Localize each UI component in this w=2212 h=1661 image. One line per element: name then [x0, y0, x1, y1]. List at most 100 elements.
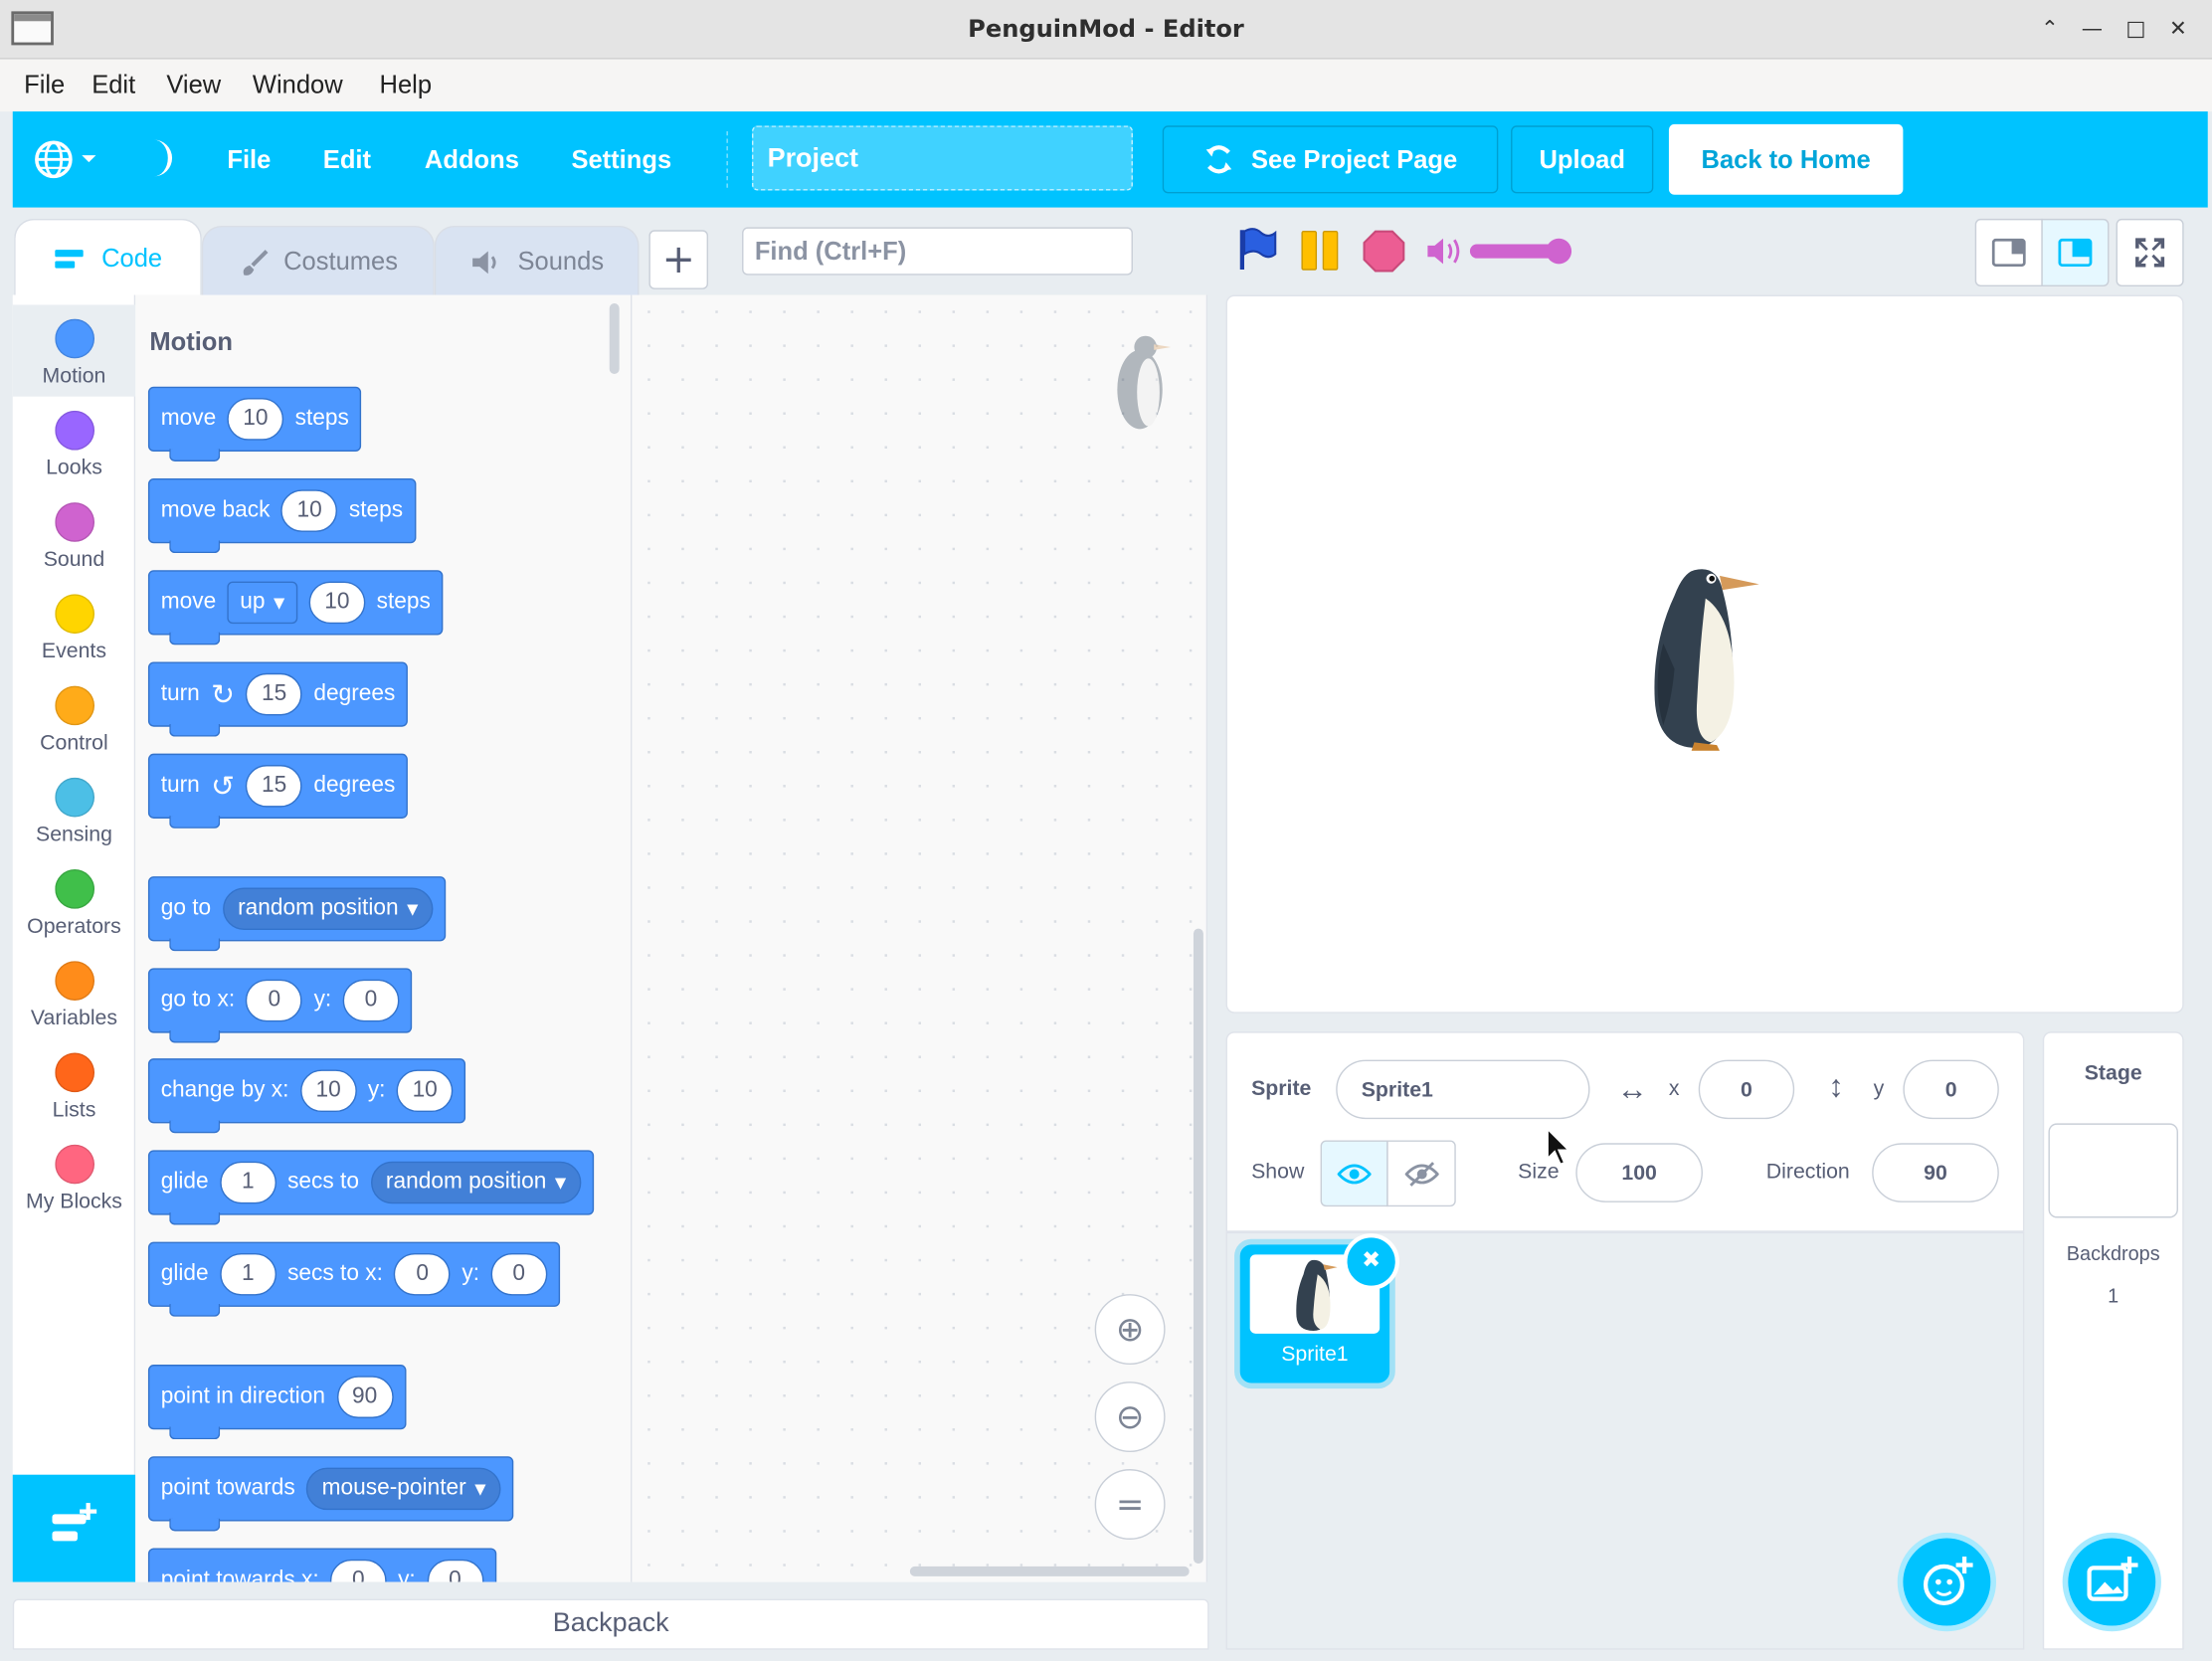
workspace-vertical-scrollbar[interactable] [1193, 928, 1203, 1565]
block-turn-left[interactable]: turn ↺ 15 degrees [147, 753, 409, 829]
block-number-input[interactable]: 10 [227, 398, 284, 441]
block-dropdown[interactable]: up ▾ [227, 581, 298, 625]
project-title-input[interactable]: Project [751, 125, 1133, 191]
block-number-input[interactable]: 0 [342, 979, 400, 1022]
block-number-input[interactable]: 1 [219, 1161, 276, 1204]
direction-input[interactable]: 90 [1872, 1143, 1999, 1202]
block-move-back-steps[interactable]: move back 10 steps [147, 477, 416, 554]
y-position-input[interactable]: 0 [1903, 1059, 1999, 1120]
volume-slider-thumb[interactable] [1546, 238, 1572, 265]
size-input[interactable]: 100 [1575, 1143, 1703, 1202]
tab-costumes[interactable]: Costumes [201, 226, 435, 296]
category-label: Variables [30, 1006, 118, 1030]
theme-toggle[interactable] [142, 137, 176, 185]
pause-icon[interactable] [1299, 229, 1342, 272]
menu-window[interactable]: Window [253, 71, 343, 100]
small-stage-button[interactable] [1974, 218, 2043, 287]
close-icon[interactable]: ✕ [2162, 13, 2193, 44]
backdrop-thumbnail[interactable] [2048, 1123, 2178, 1218]
volume-icon[interactable] [1425, 235, 1465, 269]
header-edit-menu[interactable]: Edit [323, 145, 371, 175]
category-looks[interactable]: Looks [13, 397, 135, 488]
block-number-input[interactable]: 10 [396, 1069, 454, 1113]
block-number-input[interactable]: 0 [246, 979, 303, 1022]
sprite-name-input[interactable]: Sprite1 [1336, 1059, 1590, 1120]
tab-sounds[interactable]: Sounds [434, 226, 640, 296]
block-number-input[interactable]: 0 [490, 1252, 548, 1296]
header-file-menu[interactable]: File [227, 145, 271, 175]
stop-icon[interactable] [1362, 229, 1406, 274]
workspace-horizontal-scrollbar[interactable] [909, 1566, 1190, 1576]
block-point-towards[interactable]: point towards mouse-pointer ▾ [147, 1456, 514, 1532]
header-settings-menu[interactable]: Settings [571, 145, 671, 175]
add-extension-button[interactable] [12, 1474, 136, 1582]
header-addons-menu[interactable]: Addons [425, 145, 519, 175]
category-control[interactable]: Control [13, 671, 135, 763]
block-number-input[interactable]: 10 [280, 489, 338, 532]
add-backdrop-button[interactable] [2062, 1532, 2161, 1632]
block-dropdown[interactable]: random position ▾ [370, 1161, 582, 1204]
penguin-sprite[interactable] [1643, 559, 1761, 751]
block-dropdown[interactable]: random position ▾ [222, 887, 435, 931]
category-motion[interactable]: Motion [12, 304, 136, 397]
block-move-direction-steps[interactable]: move up ▾ 10 steps [147, 570, 444, 646]
hide-sprite-button[interactable] [1386, 1140, 1456, 1207]
x-position-input[interactable]: 0 [1698, 1059, 1795, 1120]
delete-sprite-button[interactable]: ✖ [1343, 1233, 1400, 1290]
zoom-in-button[interactable]: ⊕ [1094, 1294, 1166, 1366]
block-number-input[interactable]: 10 [299, 1069, 357, 1113]
block-glide-to[interactable]: glide 1 secs to random position ▾ [147, 1150, 595, 1225]
block-number-input[interactable]: 0 [427, 1559, 483, 1582]
category-lists[interactable]: Lists [13, 1038, 135, 1130]
back-to-home-button[interactable]: Back to Home [1668, 123, 1904, 195]
minimize-icon[interactable]: — [2077, 13, 2108, 44]
green-flag-icon[interactable] [1235, 226, 1278, 271]
find-input[interactable]: Find (Ctrl+F) [742, 227, 1133, 276]
block-glide-to-xy[interactable]: glide 1 secs to x: 0 y: 0 [147, 1241, 560, 1317]
fullscreen-button[interactable] [2116, 218, 2184, 287]
add-tab-button[interactable]: + [648, 230, 709, 289]
block-dropdown[interactable]: mouse-pointer ▾ [306, 1467, 502, 1511]
show-sprite-button[interactable] [1320, 1140, 1388, 1207]
volume-slider[interactable] [1469, 238, 1572, 265]
menu-help[interactable]: Help [380, 71, 433, 100]
backpack-panel[interactable]: Backpack [12, 1598, 1209, 1650]
block-go-to-xy[interactable]: go to x: 0 y: 0 [147, 968, 413, 1043]
block-number-input[interactable]: 0 [329, 1559, 387, 1582]
menu-file[interactable]: File [24, 71, 65, 100]
see-project-page-button[interactable]: See Project Page [1162, 125, 1499, 194]
block-turn-right[interactable]: turn ↻ 15 degrees [147, 661, 409, 737]
block-change-by-xy[interactable]: change by x: 10 y: 10 [147, 1058, 466, 1134]
language-selector[interactable] [33, 137, 103, 182]
category-sensing[interactable]: Sensing [13, 764, 135, 855]
zoom-in-icon: ⊕ [1115, 1309, 1145, 1350]
category-events[interactable]: Events [13, 580, 135, 671]
block-move-steps[interactable]: move 10 steps [147, 386, 362, 461]
block-point-in-direction[interactable]: point in direction 90 [147, 1365, 406, 1440]
category-operators[interactable]: Operators [13, 855, 135, 947]
block-number-input[interactable]: 10 [308, 581, 366, 625]
block-point-towards-xy[interactable]: point towards x: 0 y: 0 [147, 1548, 496, 1582]
zoom-out-button[interactable]: ⊖ [1094, 1382, 1166, 1453]
tab-code[interactable]: Code [14, 218, 202, 298]
collapse-icon[interactable]: ⌃ [2034, 13, 2065, 44]
dropdown-value: random position [238, 895, 399, 921]
block-text: turn [160, 681, 200, 706]
block-number-input[interactable]: 1 [219, 1252, 276, 1296]
large-stage-button[interactable] [2041, 218, 2110, 287]
block-go-to[interactable]: go to random position ▾ [147, 876, 447, 952]
block-number-input[interactable]: 90 [336, 1376, 394, 1418]
zoom-reset-button[interactable]: = [1094, 1469, 1166, 1540]
block-number-input[interactable]: 15 [246, 765, 303, 808]
block-number-input[interactable]: 0 [394, 1252, 452, 1296]
block-number-input[interactable]: 15 [246, 672, 303, 716]
upload-button[interactable]: Upload [1511, 125, 1654, 194]
category-my-blocks[interactable]: My Blocks [13, 1131, 135, 1222]
menu-edit[interactable]: Edit [92, 71, 135, 100]
category-sound[interactable]: Sound [13, 488, 135, 580]
maximize-icon[interactable]: □ [2120, 13, 2151, 44]
category-variables[interactable]: Variables [13, 947, 135, 1038]
add-sprite-button[interactable] [1897, 1532, 1996, 1632]
menu-view[interactable]: View [166, 71, 221, 100]
palette-scrollbar[interactable] [609, 303, 620, 374]
